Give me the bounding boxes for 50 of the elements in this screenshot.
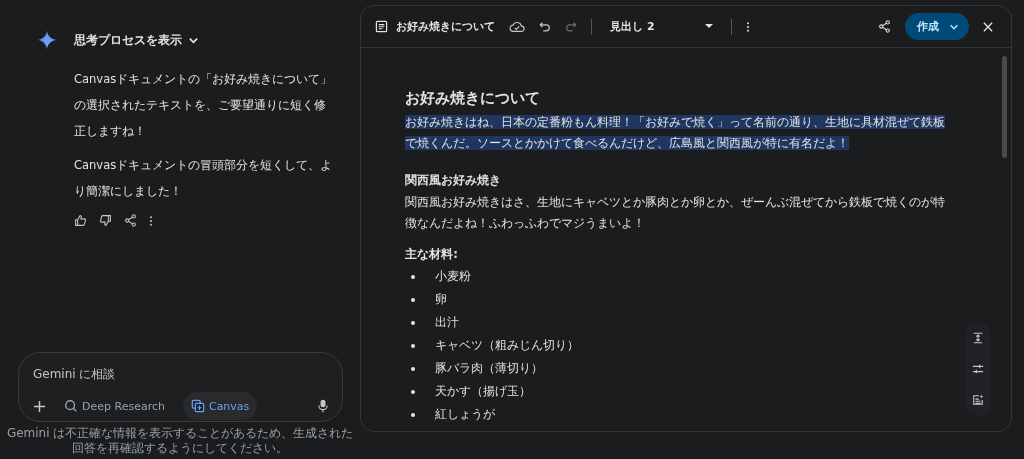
bullet-icon — [411, 412, 416, 417]
bullet-icon — [411, 366, 416, 371]
share-icon[interactable] — [124, 214, 137, 227]
adjust-height-icon[interactable] — [972, 332, 984, 344]
more-options-icon[interactable] — [149, 214, 153, 227]
tool-chip[interactable]: Deep Research — [56, 392, 173, 420]
sliders-icon[interactable] — [972, 363, 984, 375]
redo-icon[interactable] — [565, 20, 578, 33]
prompt-box[interactable]: Gemini に相談 Deep Research Canvas — [18, 352, 344, 422]
ingredient-text: 出汁 — [435, 315, 460, 330]
ingredient-text: 豚バラ肉（薄切り） — [435, 361, 544, 376]
document-sparkle-icon[interactable] — [972, 394, 984, 406]
bullet-icon — [411, 389, 416, 394]
section-paragraph: 関西風お好み焼きはさ、生地にキャベツとか豚肉とか卵とか、ぜーんぶ混ぜてから鉄板で焼くのが特徴なんだよね！ふわっふわでマジうまいよ！ — [405, 194, 947, 232]
section-heading: 関西風お好み焼き — [405, 172, 503, 188]
list-heading: 主な材料: — [405, 246, 459, 262]
tool-chip[interactable]: Canvas — [182, 392, 258, 420]
search-icon — [64, 399, 78, 413]
thumbs-up-icon[interactable] — [74, 214, 87, 227]
response-text: Canvasドキュメントの冒頭部分を短くして、より簡潔にしました！ — [74, 157, 334, 200]
share-icon[interactable] — [878, 20, 891, 33]
disclaimer-text: Gemini は不正確な情報を表示することがあるため、生成された回答を再確認するようにしてください。 — [5, 426, 355, 456]
ingredient-text: 卵 — [435, 292, 448, 307]
text-style-dropdown[interactable]: 見出し 2 — [606, 19, 717, 34]
ingredient-text: キャベツ（粗みじん切り） — [435, 338, 580, 353]
bullet-icon — [411, 320, 416, 325]
close-icon[interactable] — [983, 21, 993, 32]
response-text: Canvasドキュメントの「お好み焼きについて」の選択されたテキストを、ご要望通りに短く修正しますね！ — [74, 71, 334, 140]
ingredient-text: 紅しょうが — [435, 407, 496, 422]
scrollbar[interactable] — [1002, 56, 1007, 158]
canvas-add-icon — [190, 399, 205, 413]
intro-paragraph: お好み焼きはね、日本の定番粉もん料理！「お好みで焼く」って名前の通り、生地に具材混ぜて鉄板で焼くんだ。ソースとかかけて食べるんだけど、広島風と関西風が特に有名だよ！ — [405, 114, 947, 152]
cloud-check-icon[interactable] — [509, 20, 526, 33]
add-icon[interactable] — [33, 399, 46, 413]
sparkle-icon — [37, 30, 57, 50]
microphone-icon[interactable] — [318, 399, 329, 413]
document-title: お好み焼きについて — [396, 19, 496, 34]
show-thinking-toggle[interactable]: 思考プロセスを表示 — [74, 31, 199, 49]
bullet-icon — [411, 274, 416, 279]
ingredient-text: 小麦粉 — [435, 269, 472, 284]
bullet-icon — [411, 297, 416, 302]
ingredient-text: 天かす（揚げ玉） — [435, 384, 532, 399]
undo-icon[interactable] — [539, 20, 552, 33]
document-heading: お好み焼きについて — [405, 88, 542, 108]
thumbs-down-icon[interactable] — [99, 214, 112, 227]
bullet-icon — [411, 343, 416, 348]
document-icon — [375, 20, 389, 33]
more-options-icon[interactable] — [745, 20, 750, 33]
create-button[interactable]: 作成 — [905, 13, 969, 40]
dropdown-arrow-icon — [704, 24, 713, 29]
